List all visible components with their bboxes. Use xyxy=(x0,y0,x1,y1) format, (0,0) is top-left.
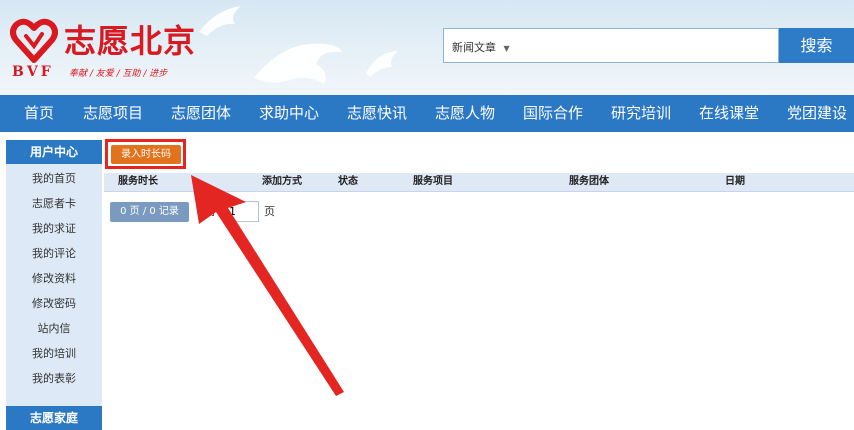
main-nav: 首页 志愿项目 志愿团体 求助中心 志愿快讯 志愿人物 国际合作 研究培训 在线… xyxy=(0,95,854,132)
column-header-service-hours: 服务时长 xyxy=(118,176,158,187)
nav-item-party[interactable]: 党团建设 xyxy=(787,95,847,132)
search-category-select[interactable]: 新闻文章 ▼ xyxy=(452,39,510,55)
sidebar-next-section-title: 志愿家庭 xyxy=(6,406,102,430)
nav-item-training[interactable]: 研究培训 xyxy=(611,95,671,132)
pager-goto-label: 到 xyxy=(204,205,215,218)
page-number-input[interactable] xyxy=(225,201,259,222)
dove-icon xyxy=(366,51,398,77)
sidebar-item-edit-profile[interactable]: 修改资料 xyxy=(6,266,102,291)
column-header-status: 状态 xyxy=(338,176,358,187)
logo-slogan: 奉献 / 友爱 / 互助 / 进步 xyxy=(69,69,168,79)
nav-item-groups[interactable]: 志愿团体 xyxy=(171,95,231,132)
sidebar-item-change-password[interactable]: 修改密码 xyxy=(6,291,102,316)
column-header-service-group: 服务团体 xyxy=(569,176,609,187)
pager-summary: 0 页 / 0 记录 xyxy=(110,202,189,222)
column-header-date: 日期 xyxy=(725,176,745,187)
site-header: 志愿北京 BVF 奉献 / 友爱 / 互助 / 进步 新闻文章 ▼ 搜索 xyxy=(0,0,854,95)
sidebar-item-my-training[interactable]: 我的培训 xyxy=(6,341,102,366)
column-header-add-method: 添加方式 xyxy=(262,176,302,187)
sidebar-section-title: 用户中心 xyxy=(6,140,102,164)
logo-abbr: BVF xyxy=(12,64,54,80)
nav-item-home[interactable]: 首页 xyxy=(24,95,54,132)
sidebar-item-commendations[interactable]: 我的表彰 xyxy=(6,366,102,391)
pager-unit-label: 页 xyxy=(264,205,275,218)
sidebar-item-volunteer-card[interactable]: 志愿者卡 xyxy=(6,191,102,216)
dove-icon xyxy=(199,6,241,36)
search-box[interactable]: 新闻文章 ▼ xyxy=(443,28,779,63)
dove-icon xyxy=(254,43,342,84)
nav-item-news[interactable]: 志愿快讯 xyxy=(347,95,407,132)
table-header-row: 服务时长 添加方式 状态 服务项目 服务团体 日期 xyxy=(104,173,854,192)
highlight-box xyxy=(105,139,186,169)
sidebar-item-messages[interactable]: 站内信 xyxy=(6,316,102,341)
nav-item-help-center[interactable]: 求助中心 xyxy=(259,95,319,132)
logo-title: 志愿北京 xyxy=(64,22,197,60)
heart-logo-icon xyxy=(10,18,58,63)
search-button[interactable]: 搜索 xyxy=(779,28,854,63)
chevron-down-icon: ▼ xyxy=(503,44,510,53)
nav-item-online-class[interactable]: 在线课堂 xyxy=(699,95,759,132)
nav-item-international[interactable]: 国际合作 xyxy=(523,95,583,132)
column-header-service-project: 服务项目 xyxy=(413,176,453,187)
nav-item-projects[interactable]: 志愿项目 xyxy=(83,95,143,132)
user-sidebar: 用户中心 我的首页 志愿者卡 我的求证 我的评论 修改资料 修改密码 站内信 我… xyxy=(6,140,102,430)
sidebar-item-verification[interactable]: 我的求证 xyxy=(6,216,102,241)
nav-item-people[interactable]: 志愿人物 xyxy=(435,95,495,132)
search-category-label: 新闻文章 xyxy=(452,41,496,54)
sidebar-item-comments[interactable]: 我的评论 xyxy=(6,241,102,266)
sidebar-item-my-home[interactable]: 我的首页 xyxy=(6,166,102,191)
